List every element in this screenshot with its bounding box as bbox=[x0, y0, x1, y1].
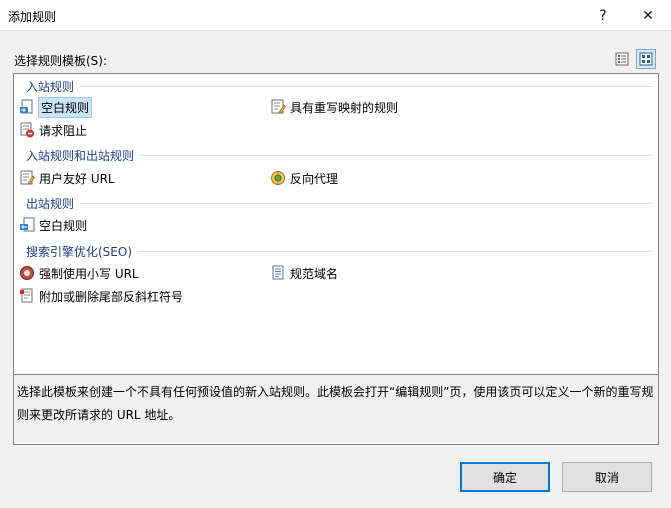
window-title: 添加规则 bbox=[8, 10, 57, 24]
template-item-label: 空白规则 bbox=[39, 218, 88, 233]
help-button[interactable]: ? bbox=[580, 0, 626, 31]
help-icon: ? bbox=[599, 7, 607, 24]
friendly-url-icon bbox=[20, 170, 35, 185]
canonical-domain-icon bbox=[272, 265, 284, 280]
template-item-label: 空白规则 bbox=[37, 96, 93, 118]
group-header-inbound: 入站规则 bbox=[14, 78, 658, 94]
lowercase-url-icon bbox=[20, 266, 34, 280]
group-divider bbox=[80, 202, 652, 204]
template-item-outbound-blank-rule[interactable]: 空白规则 bbox=[19, 215, 87, 235]
template-description: 选择此模板来创建一个不具有任何预设值的新入站规则。此模板会打开“编辑规则”页，使… bbox=[13, 375, 659, 445]
template-selector-label: 选择规则模板(S): bbox=[14, 54, 108, 68]
list-view-icon bbox=[615, 52, 629, 66]
ok-button[interactable]: 确定 bbox=[460, 462, 550, 492]
template-item-trailing-slash[interactable]: 附加或删除尾部反斜杠符号 bbox=[19, 286, 183, 306]
request-block-icon bbox=[20, 122, 34, 138]
template-item-lowercase-url[interactable]: 强制使用小写 URL bbox=[19, 263, 139, 283]
template-item-label: 强制使用小写 URL bbox=[39, 266, 139, 281]
group-header-inbound-outbound: 入站规则和出站规则 bbox=[14, 147, 658, 163]
template-item-request-block[interactable]: 请求阻止 bbox=[19, 120, 87, 140]
close-button[interactable]: ✕ bbox=[625, 0, 671, 31]
group-divider bbox=[80, 85, 652, 87]
template-item-inbound-blank-rule[interactable]: 空白规则 bbox=[19, 96, 93, 118]
title-bar: 添加规则 ? ✕ bbox=[0, 0, 671, 31]
close-icon: ✕ bbox=[642, 7, 654, 24]
group-divider bbox=[140, 154, 652, 156]
template-item-friendly-url[interactable]: 用户友好 URL bbox=[19, 168, 115, 188]
tile-view-button[interactable] bbox=[636, 49, 656, 69]
template-item-label: 反向代理 bbox=[290, 171, 339, 186]
list-view-button[interactable] bbox=[612, 49, 632, 69]
group-header-label: 入站规则和出站规则 bbox=[26, 148, 135, 163]
trailing-slash-icon bbox=[20, 288, 33, 303]
template-item-rewrite-map-rule[interactable]: 具有重写映射的规则 bbox=[270, 97, 398, 117]
group-header-label: 搜索引擎优化(SEO) bbox=[26, 244, 133, 259]
blank-rule-icon bbox=[20, 99, 33, 114]
reverse-proxy-icon bbox=[271, 171, 285, 185]
outbound-blank-rule-icon bbox=[20, 217, 35, 232]
group-header-label: 出站规则 bbox=[26, 196, 75, 211]
cancel-button[interactable]: 取消 bbox=[562, 462, 652, 492]
template-item-label: 附加或删除尾部反斜杠符号 bbox=[39, 289, 184, 304]
template-item-canonical-domain[interactable]: 规范域名 bbox=[270, 263, 338, 283]
template-item-label: 具有重写映射的规则 bbox=[290, 100, 399, 115]
rewrite-map-icon bbox=[271, 99, 286, 114]
template-item-label: 用户友好 URL bbox=[39, 171, 115, 186]
group-header-label: 入站规则 bbox=[26, 79, 75, 94]
tile-view-icon bbox=[639, 52, 653, 66]
group-header-seo: 搜索引擎优化(SEO) bbox=[14, 243, 658, 259]
group-header-outbound: 出站规则 bbox=[14, 195, 658, 211]
template-item-label: 规范域名 bbox=[290, 266, 339, 281]
group-divider bbox=[138, 250, 652, 252]
template-item-label: 请求阻止 bbox=[39, 123, 88, 138]
template-list: 入站规则 空白规则 具有重写映射的规则 请求阻止 入站规则和出站规则 用户友好 … bbox=[13, 73, 659, 375]
template-item-reverse-proxy[interactable]: 反向代理 bbox=[270, 168, 338, 188]
